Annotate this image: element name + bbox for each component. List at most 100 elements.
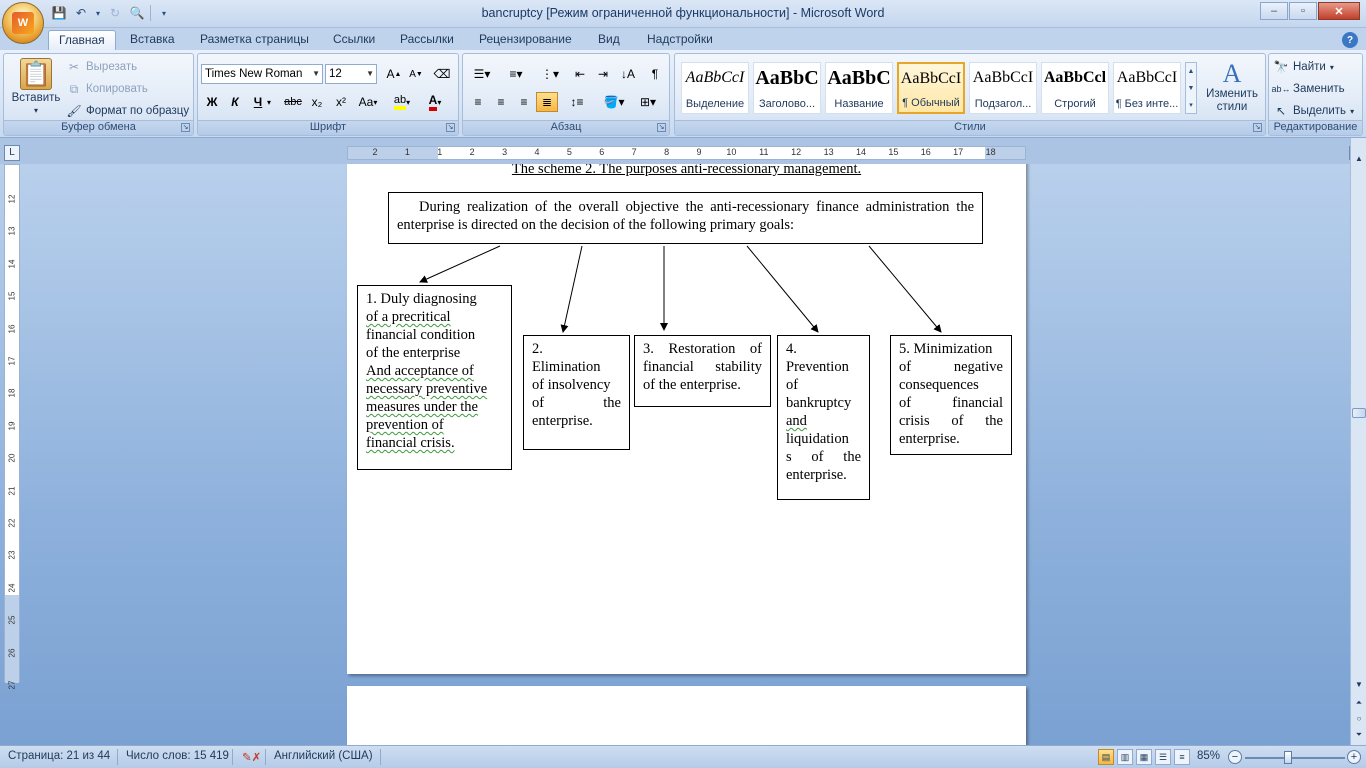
decrease-indent-icon[interactable]: ⇤: [569, 64, 591, 84]
styles-gallery-scroll[interactable]: ▲ ▼ ▾: [1185, 62, 1197, 114]
copy-button[interactable]: ⧉ Копировать: [66, 79, 148, 99]
redo-icon[interactable]: ↻: [106, 4, 124, 22]
clipboard-launcher-icon[interactable]: ↘: [181, 123, 190, 132]
office-button[interactable]: W: [2, 2, 44, 44]
style-strong[interactable]: AaBbCcl Строгий: [1041, 62, 1109, 114]
styles-launcher-icon[interactable]: ↘: [1253, 123, 1262, 132]
next-page-icon[interactable]: ⏷: [1352, 728, 1366, 742]
proofing-icon[interactable]: ✎✗: [242, 750, 261, 764]
font-name-combo[interactable]: Times New Roman ▼: [201, 64, 323, 84]
font-color-button[interactable]: A ▾: [420, 92, 450, 112]
language-indicator[interactable]: Английский (США): [274, 750, 373, 762]
style-emphasis[interactable]: AaBbCcI Выделение: [681, 62, 749, 114]
vertical-scrollbar[interactable]: ▲ ▼ ⏶ ○ ⏷: [1350, 138, 1366, 745]
align-left-icon[interactable]: ≡: [467, 92, 489, 112]
style-title[interactable]: AaBbC Название: [825, 62, 893, 114]
page-count[interactable]: Страница: 21 из 44: [8, 750, 110, 762]
next-document-page[interactable]: [347, 686, 1026, 745]
format-painter-button[interactable]: 🖌 Формат по образцу: [66, 101, 189, 121]
document-page[interactable]: The scheme 2. The purposes anti-recessio…: [347, 164, 1026, 674]
customize-qat-icon[interactable]: ▾: [155, 4, 173, 22]
zoom-slider-knob[interactable]: [1284, 751, 1292, 764]
clear-formatting-icon[interactable]: ⌫: [431, 64, 453, 84]
numbering-icon[interactable]: ≡▾: [501, 64, 531, 84]
restore-button[interactable]: ▫: [1289, 2, 1317, 20]
zoom-level[interactable]: 85%: [1197, 750, 1220, 762]
style-heading[interactable]: AaBbC Заголово...: [753, 62, 821, 114]
tab-addins[interactable]: Надстройки: [637, 30, 723, 50]
tab-insert[interactable]: Вставка: [120, 30, 185, 50]
full-screen-reading-icon[interactable]: ▥: [1117, 749, 1133, 765]
style-normal[interactable]: AaBbCcI ¶ Обычный: [897, 62, 965, 114]
previous-page-icon[interactable]: ⏶: [1352, 696, 1366, 710]
undo-dropdown-icon[interactable]: ▾: [94, 4, 102, 22]
document-area[interactable]: 12 13 14 15 16 17 18 19 20 21 22 23 24 25 26 27 The sch…: [0, 164, 1350, 745]
scroll-up-icon[interactable]: ▲: [1352, 152, 1366, 166]
vertical-ruler[interactable]: 12 13 14 15 16 17 18 19 20 21 22 23 24 25 26 27: [4, 164, 20, 689]
draft-view-icon[interactable]: ≡: [1174, 749, 1190, 765]
scrollbar-thumb[interactable]: [1352, 408, 1366, 418]
paragraph-launcher-icon[interactable]: ↘: [657, 123, 666, 132]
font-launcher-icon[interactable]: ↘: [446, 123, 455, 132]
word-count[interactable]: Число слов: 15 419: [126, 750, 229, 762]
cut-button[interactable]: ✂ Вырезать: [66, 57, 137, 77]
paste-button[interactable]: 📋 Вставить ▾: [10, 58, 62, 118]
print-layout-view-icon[interactable]: ▤: [1098, 749, 1114, 765]
zoom-out-icon[interactable]: −: [1228, 750, 1242, 764]
line-spacing-icon[interactable]: ↕≡: [563, 92, 591, 112]
outline-view-icon[interactable]: ☰: [1155, 749, 1171, 765]
tab-selector-icon[interactable]: L: [4, 145, 20, 161]
align-center-icon[interactable]: ≡: [490, 92, 512, 112]
save-icon[interactable]: 💾: [50, 4, 68, 22]
style-no-spacing[interactable]: AaBbCcI ¶ Без инте...: [1113, 62, 1181, 114]
multilevel-list-icon[interactable]: ⋮▾: [535, 64, 565, 84]
italic-button[interactable]: К: [224, 92, 246, 112]
print-preview-icon[interactable]: 🔍: [128, 4, 146, 22]
goal-line: 3. Restoration of: [643, 341, 762, 357]
styles-group-label: Стили: [675, 120, 1265, 135]
web-layout-icon[interactable]: ▦: [1136, 749, 1152, 765]
ruler-number: 20: [7, 453, 17, 463]
sort-icon[interactable]: ↓A: [617, 64, 639, 84]
grow-font-icon[interactable]: A ▲: [383, 64, 405, 84]
tab-review[interactable]: Рецензирование: [469, 30, 582, 50]
tab-home[interactable]: Главная: [48, 30, 116, 50]
undo-icon[interactable]: ↶: [72, 4, 90, 22]
browse-object-icon[interactable]: ○: [1352, 712, 1366, 726]
borders-icon[interactable]: ⊞▾: [633, 92, 663, 112]
find-button[interactable]: 🔭 Найти ▾: [1273, 57, 1334, 77]
show-marks-icon[interactable]: ¶: [644, 64, 666, 84]
shrink-font-icon[interactable]: A ▼: [405, 64, 427, 84]
style-name: ¶ Без инте...: [1115, 98, 1179, 110]
scroll-down-icon[interactable]: ▼: [1352, 678, 1366, 692]
superscript-button[interactable]: x²: [330, 92, 352, 112]
zoom-in-icon[interactable]: +: [1347, 750, 1361, 764]
select-button[interactable]: ↖ Выделить ▾: [1273, 101, 1354, 121]
close-button[interactable]: ✕: [1318, 2, 1360, 20]
bold-button[interactable]: Ж: [201, 92, 223, 112]
horizontal-ruler[interactable]: 2 1 1 2 3 4 5 6 7 8 9 10 11 12 13 14 15 16 17 18: [347, 146, 1026, 160]
bullets-icon[interactable]: ☰▾: [467, 64, 497, 84]
subscript-button[interactable]: x₂: [306, 92, 328, 112]
tab-view[interactable]: Вид: [588, 30, 630, 50]
change-case-button[interactable]: Aa ▾: [355, 92, 381, 112]
zoom-slider-track[interactable]: [1245, 757, 1345, 759]
tab-mailings[interactable]: Рассылки: [390, 30, 464, 50]
change-styles-button[interactable]: A Изменить стили: [1201, 58, 1263, 118]
shading-icon[interactable]: 🪣▾: [599, 92, 629, 112]
font-size-combo[interactable]: 12 ▼: [325, 64, 377, 84]
help-icon[interactable]: ?: [1342, 32, 1358, 48]
goal-box-2: 2. Elimination of insolvency of the ente…: [523, 335, 630, 450]
strikethrough-button[interactable]: abc: [282, 92, 304, 112]
justify-icon[interactable]: ≣: [536, 92, 558, 112]
replace-button[interactable]: ab↔ Заменить: [1272, 79, 1345, 99]
style-subtitle[interactable]: AaBbCcI Подзагол...: [969, 62, 1037, 114]
tab-page-layout[interactable]: Разметка страницы: [190, 30, 319, 50]
increase-indent-icon[interactable]: ⇥: [592, 64, 614, 84]
style-name: Заголово...: [758, 98, 816, 110]
highlight-button[interactable]: ab ▾: [388, 92, 416, 112]
tab-references[interactable]: Ссылки: [323, 30, 385, 50]
underline-dropdown-icon[interactable]: ▾: [264, 92, 274, 112]
minimize-button[interactable]: –: [1260, 2, 1288, 20]
align-right-icon[interactable]: ≡: [513, 92, 535, 112]
